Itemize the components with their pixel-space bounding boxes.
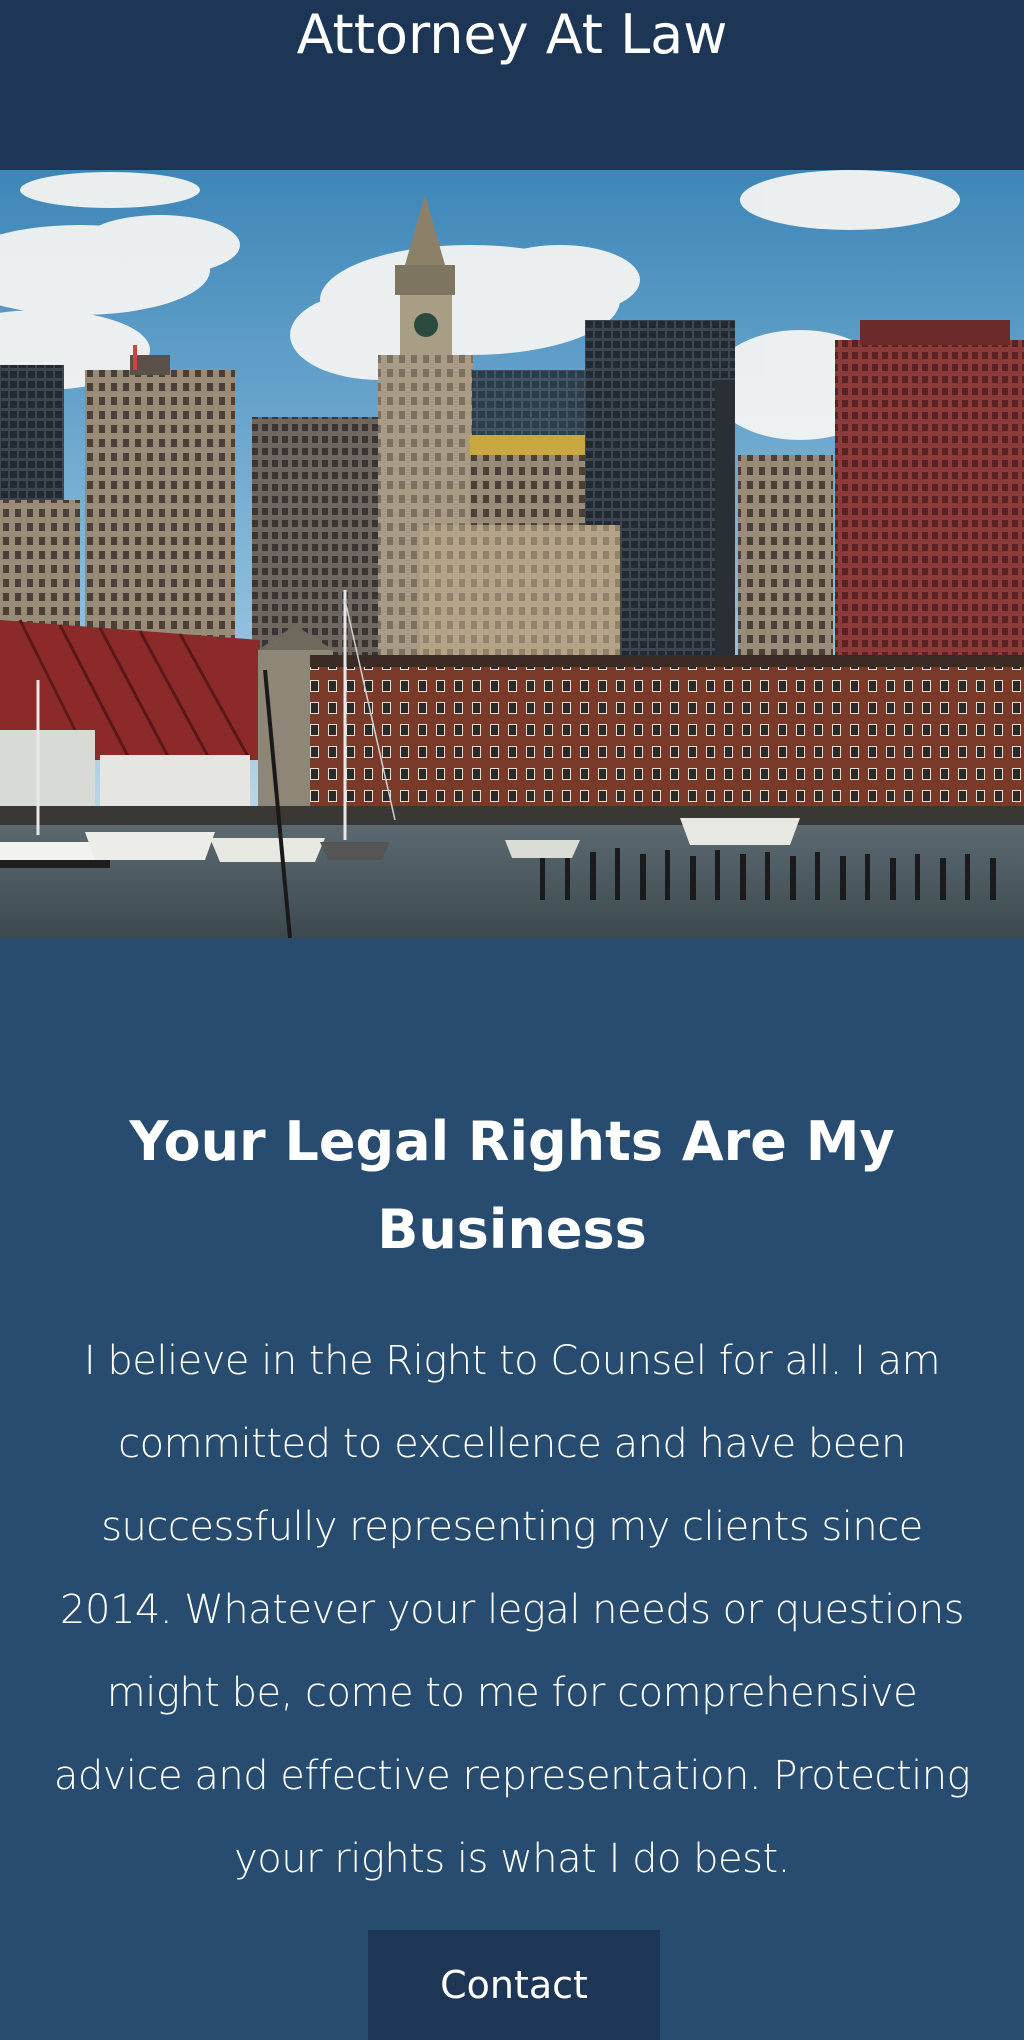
site-header: Attorney At Law [0, 0, 1024, 170]
hero-image [0, 170, 1024, 938]
intro-paragraph: I believe in the Right to Counsel for al… [53, 1338, 971, 1882]
city-skyline-harbor-photo [0, 170, 1024, 938]
site-title[interactable]: Attorney At Law [0, 0, 1024, 70]
page-headline: Your Legal Rights Are My Business [129, 1110, 895, 1261]
main-content: Your Legal Rights Are My Business I beli… [0, 938, 1024, 2040]
contact-button[interactable]: Contact [368, 1930, 660, 2040]
